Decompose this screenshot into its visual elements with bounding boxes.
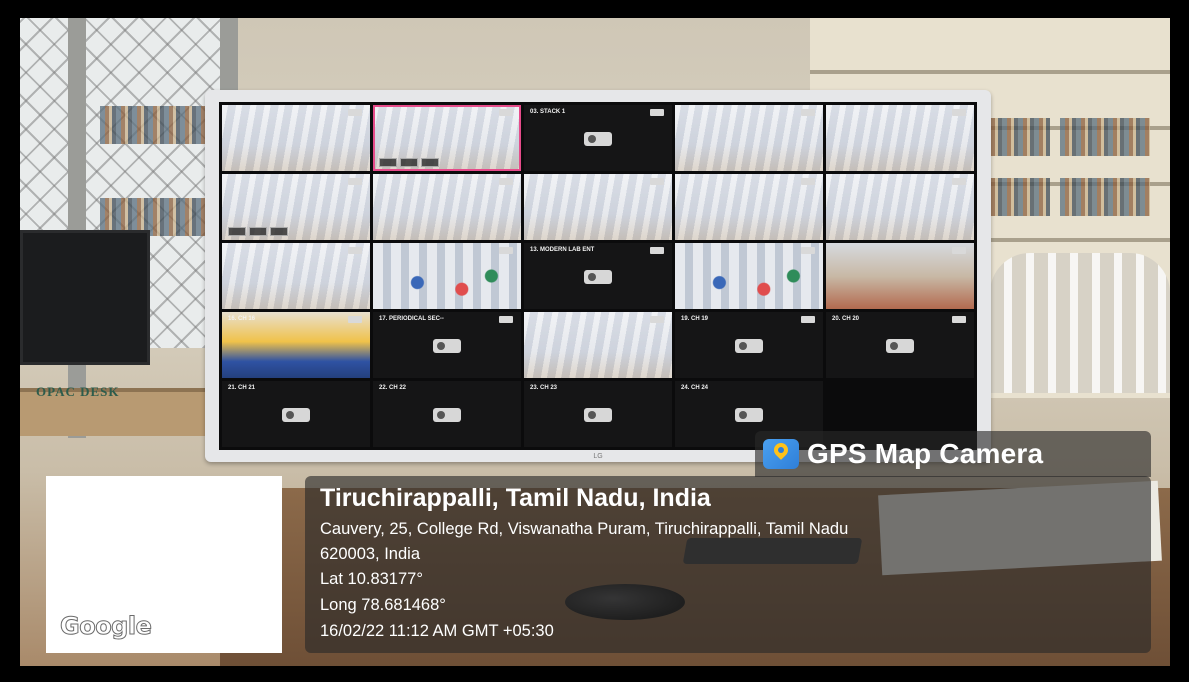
camera-tile[interactable] — [222, 243, 370, 309]
play-icon[interactable] — [228, 227, 246, 236]
camera-tile[interactable] — [675, 105, 823, 171]
record-badge-icon — [348, 178, 362, 185]
camera-tile[interactable] — [373, 243, 521, 309]
camera-label: 22. CH 22 — [379, 385, 407, 391]
camera-label: 19. CH 19 — [681, 316, 709, 322]
camera-tile[interactable] — [222, 174, 370, 240]
camera-label: 16. CH 16 — [228, 316, 256, 322]
opac-desk-label: OPAC DESK — [36, 384, 120, 399]
tile-controls[interactable] — [228, 227, 288, 236]
camera-offline-icon — [735, 339, 763, 354]
record-badge-icon — [952, 109, 966, 116]
record-badge-icon — [801, 247, 815, 254]
camera-label: 17. PERIODICAL SEC-- — [379, 316, 444, 322]
address-line-1: Cauvery, 25, College Rd, Viswanatha Pura… — [320, 520, 849, 538]
camera-label: 13. MODERN LAB ENT — [530, 247, 595, 253]
menu-icon[interactable] — [421, 158, 439, 167]
record-badge-icon — [499, 316, 513, 323]
camera-label: 23. CH 23 — [530, 385, 558, 391]
camera-tile[interactable]: 13. MODERN LAB ENT — [524, 243, 672, 309]
camera-offline-icon — [735, 408, 763, 423]
camera-tile[interactable] — [524, 312, 672, 378]
location-title: Tiruchirappalli, Tamil Nadu, India — [320, 484, 711, 512]
record-badge-icon — [499, 109, 513, 116]
record-badge-icon — [650, 178, 664, 185]
camera-tile[interactable] — [373, 174, 521, 240]
camera-tile[interactable] — [222, 105, 370, 171]
record-badge-icon — [348, 109, 362, 116]
cctv-grid: 03. STACK 1 13. MODERN LAB ENT 16. CH 16 17… — [219, 102, 977, 450]
address-line-2: 620003, India — [320, 545, 421, 563]
camera-offline-icon — [584, 408, 612, 423]
camera-tile[interactable] — [675, 174, 823, 240]
gps-app-badge: GPS Map Camera — [755, 431, 1151, 477]
camera-tile[interactable] — [826, 105, 974, 171]
books — [1060, 178, 1150, 216]
record-badge-icon — [952, 247, 966, 254]
opac-monitor — [20, 230, 150, 365]
record-badge-icon — [499, 178, 513, 185]
record-badge-icon — [801, 178, 815, 185]
camera-offline-icon — [886, 339, 914, 354]
books — [100, 106, 210, 144]
camera-tile[interactable]: 22. CH 22 — [373, 381, 521, 447]
camera-label: 24. CH 24 — [681, 385, 709, 391]
camera-offline-icon — [433, 408, 461, 423]
tile-controls[interactable] — [379, 158, 439, 167]
record-badge-icon — [650, 109, 664, 116]
menu-icon[interactable] — [270, 227, 288, 236]
record-badge-icon — [952, 316, 966, 323]
camera-tile[interactable]: 17. PERIODICAL SEC-- — [373, 312, 521, 378]
camera-tile[interactable] — [675, 243, 823, 309]
camera-tile[interactable]: 20. CH 20 — [826, 312, 974, 378]
books — [1060, 118, 1150, 156]
camera-tile[interactable] — [826, 174, 974, 240]
record-badge-icon — [348, 316, 362, 323]
camera-tile[interactable]: 03. STACK 1 — [524, 105, 672, 171]
longitude: Long 78.681468° — [320, 596, 446, 614]
camera-tile[interactable] — [373, 105, 521, 171]
gps-map-camera-icon — [763, 439, 799, 469]
camera-tile[interactable]: 23. CH 23 — [524, 381, 672, 447]
play-icon[interactable] — [379, 158, 397, 167]
latitude: Lat 10.83177° — [320, 570, 423, 588]
record-badge-icon — [952, 178, 966, 185]
plastic-chairs — [990, 253, 1170, 393]
zoom-icon[interactable] — [249, 227, 267, 236]
camera-label: 21. CH 21 — [228, 385, 256, 391]
camera-tile[interactable]: 21. CH 21 — [222, 381, 370, 447]
camera-tile[interactable] — [826, 243, 974, 309]
zoom-icon[interactable] — [400, 158, 418, 167]
app-name: GPS Map Camera — [807, 438, 1044, 469]
record-badge-icon — [650, 247, 664, 254]
camera-offline-icon — [584, 270, 612, 285]
record-badge-icon — [499, 247, 513, 254]
camera-label: 03. STACK 1 — [530, 109, 566, 115]
record-badge-icon — [348, 247, 362, 254]
camera-offline-icon — [584, 132, 612, 147]
record-badge-icon — [801, 109, 815, 116]
camera-offline-icon — [433, 339, 461, 354]
camera-tile[interactable] — [524, 174, 672, 240]
pillar — [68, 18, 86, 438]
record-badge-icon — [650, 316, 664, 323]
google-logo: Google — [59, 612, 152, 641]
timestamp: 16/02/22 11:12 AM GMT +05:30 — [320, 622, 554, 640]
camera-label: 20. CH 20 — [832, 316, 860, 322]
camera-offline-icon — [282, 408, 310, 423]
monitor-brand: LG — [593, 453, 603, 460]
record-badge-icon — [801, 316, 815, 323]
camera-tile[interactable]: 19. CH 19 — [675, 312, 823, 378]
camera-tile[interactable]: 16. CH 16 — [222, 312, 370, 378]
cctv-monitor: 03. STACK 1 13. MODERN LAB ENT 16. CH 16 17… — [205, 90, 991, 462]
